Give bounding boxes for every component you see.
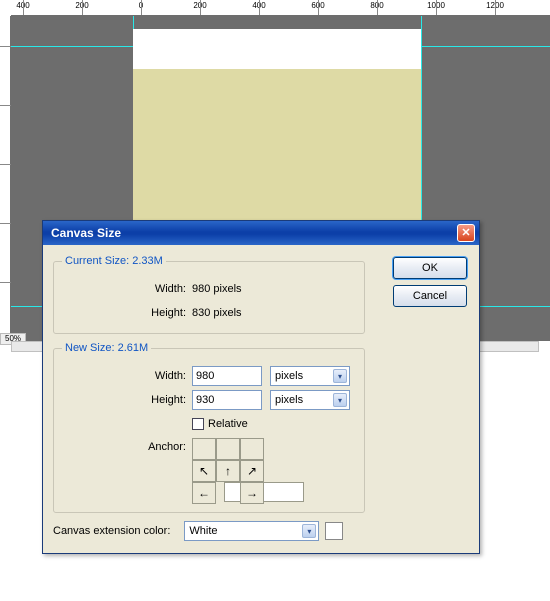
anchor-sw[interactable]: ← [192,482,216,504]
anchor-label: Anchor: [62,438,192,453]
cancel-button[interactable]: Cancel [393,285,467,307]
canvas-size-dialog: Canvas Size ✕ OK Cancel Current Size: 2.… [42,220,480,554]
anchor-ne[interactable] [240,438,264,460]
anchor-n[interactable] [216,438,240,460]
chevron-down-icon: ▾ [302,524,316,538]
anchor-se[interactable]: → [240,482,264,504]
extension-color-value: White [189,525,217,537]
anchor-nw[interactable] [192,438,216,460]
relative-label: Relative [208,418,248,430]
width-input[interactable] [192,366,262,386]
width-unit-value: pixels [275,370,303,382]
arrow-left-icon: ← [198,486,210,500]
new-size-legend: New Size: 2.61M [62,342,151,354]
dialog-titlebar[interactable]: Canvas Size ✕ [43,221,479,245]
current-width-value: 980 pixels [192,283,242,295]
current-width-label: Width: [62,283,192,295]
arrow-right-icon: → [246,486,258,500]
anchor-w[interactable]: ↖ [192,460,216,482]
height-unit-select[interactable]: pixels ▾ [270,390,350,410]
new-height-label: Height: [62,394,192,406]
relative-checkbox[interactable] [192,418,204,430]
anchor-s[interactable] [224,482,304,502]
horizontal-ruler: 400 200 0 200 400 600 800 1000 1200 [11,0,550,16]
width-unit-select[interactable]: pixels ▾ [270,366,350,386]
anchor-c[interactable]: ↑ [216,460,240,482]
new-width-label: Width: [62,370,192,382]
current-height-value: 830 pixels [192,307,242,319]
vertical-ruler [0,16,11,345]
new-size-group: New Size: 2.61M Width: pixels ▾ Height: … [53,342,365,513]
extension-color-swatch[interactable] [325,522,343,540]
dialog-title: Canvas Size [51,226,121,240]
anchor-e[interactable]: ↗ [240,460,264,482]
current-height-label: Height: [62,307,192,319]
height-input[interactable] [192,390,262,410]
arrow-nw-icon: ↖ [199,464,209,478]
chevron-down-icon: ▾ [333,369,347,383]
arrow-ne-icon: ↗ [247,464,257,478]
chevron-down-icon: ▾ [333,393,347,407]
height-unit-value: pixels [275,394,303,406]
extension-color-label: Canvas extension color: [53,525,170,537]
anchor-grid: ↖ ↑ ↗ ← → [192,438,264,504]
close-icon: ✕ [461,228,470,239]
current-size-group: Current Size: 2.33M Width: 980 pixels He… [53,255,365,334]
current-size-legend: Current Size: 2.33M [62,255,166,267]
extension-color-select[interactable]: White ▾ [184,521,319,541]
arrow-up-icon: ↑ [225,464,231,478]
close-button[interactable]: ✕ [457,224,475,242]
ok-button[interactable]: OK [393,257,467,279]
